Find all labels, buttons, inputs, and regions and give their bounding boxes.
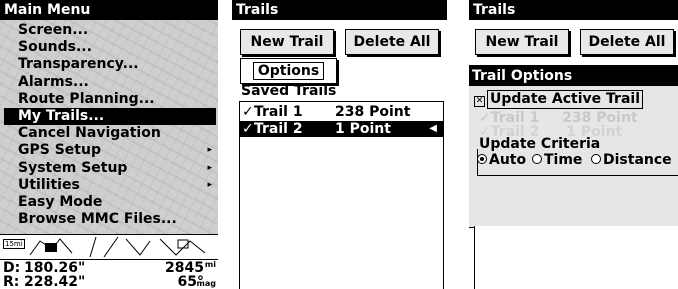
- radio-button-icon[interactable]: [477, 154, 487, 164]
- menu-item[interactable]: Alarms...: [4, 74, 216, 91]
- menu-item-label: Route Planning...: [18, 90, 155, 107]
- trail-name: Trail 2: [254, 121, 303, 137]
- saved-trails-label: Saved Trails: [241, 83, 337, 99]
- new-trail-button[interactable]: New Trail: [240, 29, 334, 55]
- trail-row[interactable]: ✓ Trail 2 1 Point ◀: [240, 121, 443, 137]
- trail-options-title: Trail Options: [469, 66, 678, 86]
- criteria-option-label: Auto: [489, 152, 527, 168]
- menu-item[interactable]: My Trails...: [4, 107, 216, 126]
- trail-points: 238 Point: [335, 104, 411, 120]
- menu-item[interactable]: Screen...: [4, 22, 216, 39]
- main-menu-title: Main Menu: [0, 0, 218, 20]
- trails-screen: Trails New Trail Delete All Options Save…: [232, 0, 447, 289]
- map-strip: 15mi: [0, 234, 218, 260]
- trail-options-dialog: Trail Options ✓Trail 1 238 Point ✓Trail …: [469, 65, 678, 228]
- nav-readouts: D: 180.26" 2845 mi R: 228.42" 65° mag: [0, 260, 218, 289]
- menu-item[interactable]: Utilities ▸: [4, 177, 216, 194]
- menu-item[interactable]: Transparency...: [4, 56, 216, 73]
- trail-points: 1 Point: [335, 121, 391, 137]
- new-trail-label: New Trail: [250, 34, 324, 50]
- options-label: Options: [252, 62, 325, 80]
- menu-item[interactable]: Route Planning...: [4, 91, 216, 108]
- main-menu-list: Screen... Sounds... Transparency... Alarms.…: [4, 22, 216, 228]
- map-detail-icon: [29, 236, 206, 258]
- menu-item-label: Easy Mode: [18, 193, 103, 210]
- menu-item-label: Screen...: [18, 22, 89, 38]
- menu-item-label: Alarms...: [18, 73, 89, 90]
- submenu-arrow-icon: ▸: [207, 162, 212, 173]
- radio-button-icon[interactable]: [591, 154, 601, 164]
- delete-all-button-2[interactable]: Delete All: [580, 29, 674, 55]
- trails-list-area: [474, 226, 678, 289]
- distance-right-value: 2845: [165, 260, 204, 276]
- trails-title: Trails: [232, 0, 447, 20]
- trail-name: Trail 1: [254, 104, 303, 120]
- menu-item-label: Cancel Navigation: [18, 125, 161, 142]
- arrow-left-icon: ◀: [429, 123, 437, 134]
- radio-button-icon[interactable]: [532, 154, 542, 164]
- criteria-option-auto[interactable]: Auto: [477, 151, 526, 169]
- distance-label: D:: [3, 260, 21, 276]
- menu-item[interactable]: Cancel Navigation: [4, 125, 216, 142]
- distance-unit: mi: [204, 260, 216, 269]
- menu-item[interactable]: Easy Mode: [4, 194, 216, 211]
- bearing-unit: mag: [196, 279, 216, 288]
- menu-item[interactable]: GPS Setup ▸: [4, 142, 216, 159]
- menu-item[interactable]: System Setup ▸: [4, 160, 216, 177]
- menu-item-label: Transparency...: [18, 56, 139, 73]
- submenu-arrow-icon: ▸: [207, 179, 212, 190]
- delete-all-button[interactable]: Delete All: [345, 29, 439, 55]
- criteria-option-label: Time: [544, 152, 583, 168]
- menu-item[interactable]: Browse MMC Files...: [4, 211, 216, 228]
- options-button[interactable]: Options: [240, 58, 337, 84]
- criteria-option-distance[interactable]: Distance: [591, 151, 672, 169]
- delete-all-label-2: Delete All: [588, 34, 666, 50]
- distance-value: 180.26": [24, 260, 86, 276]
- criteria-option-time[interactable]: Time: [532, 151, 582, 169]
- new-trail-button-2[interactable]: New Trail: [475, 29, 569, 55]
- menu-item[interactable]: Sounds...: [4, 39, 216, 56]
- bearing-label: R:: [3, 274, 20, 289]
- main-menu-screen: Main Menu Screen... Sounds... Transparency…: [0, 0, 218, 289]
- saved-trails-list: ✓ Trail 1 238 Point ✓ Trail 2 1 Point ◀: [239, 101, 444, 289]
- menu-item-label: Sounds...: [18, 39, 92, 56]
- menu-item-label: GPS Setup: [18, 142, 101, 159]
- submenu-arrow-icon: ▸: [207, 145, 212, 156]
- criteria-option-label: Distance: [603, 152, 672, 168]
- update-active-trail-label[interactable]: Update Active Trail: [487, 90, 644, 109]
- trail-row[interactable]: ✓ Trail 1 238 Point: [240, 104, 443, 120]
- delete-all-label: Delete All: [353, 34, 431, 50]
- menu-item-label: My Trails...: [18, 107, 105, 124]
- trail-options-screen: Trails New Trail Delete All Trail Option…: [469, 0, 678, 289]
- trails-title-2: Trails: [469, 0, 678, 20]
- menu-item-label: Utilities: [18, 176, 80, 193]
- menu-item-label: Browse MMC Files...: [18, 211, 177, 228]
- trail-check-icon: ✓: [242, 104, 254, 120]
- new-trail-label-2: New Trail: [485, 34, 559, 50]
- menu-item-label: System Setup: [18, 159, 128, 176]
- bearing-value: 228.42": [24, 274, 86, 289]
- trail-check-icon: ✓: [242, 121, 254, 137]
- update-active-trail-checkbox[interactable]: ✕: [474, 96, 485, 107]
